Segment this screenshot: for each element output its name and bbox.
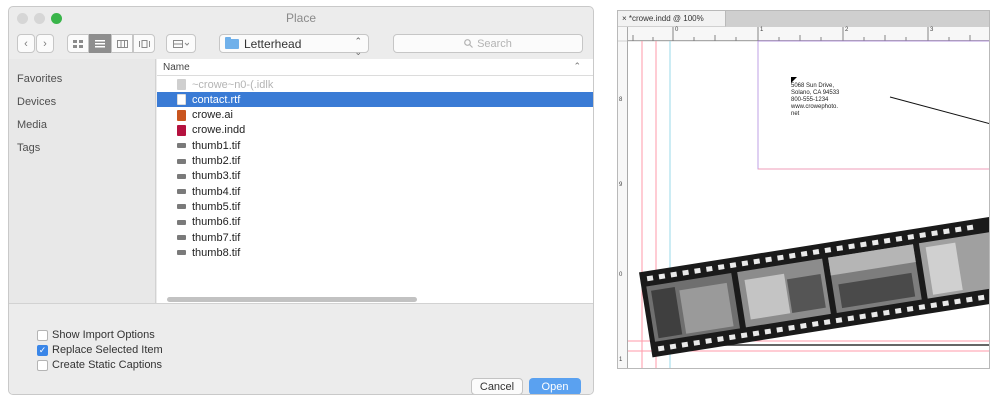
name-column-header[interactable]: Name ⌃ xyxy=(157,59,593,76)
updown-arrows-icon: ⌃ ⌄ xyxy=(354,36,362,57)
file-name: thumb1.tif xyxy=(192,139,241,152)
replace-selected-item-checkbox[interactable]: ✓ Replace Selected Item xyxy=(37,344,163,356)
option-label: Create Static Captions xyxy=(52,359,163,371)
rtf-file-icon xyxy=(177,94,186,106)
file-row[interactable]: thumb1.tif xyxy=(157,138,593,153)
search-icon xyxy=(464,39,473,48)
cancel-button[interactable]: Cancel xyxy=(471,378,523,394)
sidebar-item-tags[interactable]: Tags xyxy=(17,142,40,154)
file-name: thumb7.tif xyxy=(192,231,241,244)
option-label: Replace Selected Item xyxy=(52,344,163,356)
file-row[interactable]: thumb4.tif xyxy=(157,184,593,199)
tif-file-icon xyxy=(177,158,186,164)
coverflow-view-button[interactable] xyxy=(133,34,155,53)
file-row[interactable]: crowe.ai xyxy=(157,108,593,123)
option-label: Show Import Options xyxy=(52,329,155,341)
sidebar: Favorites Devices Media Tags xyxy=(9,59,156,303)
file-name: crowe.indd xyxy=(192,124,246,137)
file-name: thumb3.tif xyxy=(192,170,241,183)
address-text-frame[interactable]: 5068 Sun Drive, Solano, CA 94533 800-555… xyxy=(791,83,839,118)
search-field[interactable]: Search xyxy=(393,34,583,53)
icon-view-button[interactable] xyxy=(67,34,89,53)
file-name: thumb4.tif xyxy=(192,185,241,198)
chevron-left-icon: ‹ xyxy=(24,37,28,50)
search-placeholder: Search xyxy=(477,37,512,50)
location-label: Letterhead xyxy=(244,36,302,51)
sidebar-item-favorites[interactable]: Favorites xyxy=(17,73,62,85)
file-name: thumb5.tif xyxy=(192,200,241,213)
grid-icon xyxy=(73,39,83,48)
list-view-button[interactable] xyxy=(89,34,111,53)
show-import-options-checkbox[interactable]: Show Import Options xyxy=(37,329,155,341)
location-popup[interactable]: Letterhead ⌃ ⌄ xyxy=(219,34,369,57)
forward-button[interactable]: › xyxy=(36,34,54,53)
column-view-button[interactable] xyxy=(111,34,133,53)
tif-file-icon xyxy=(177,143,186,149)
sidebar-item-devices[interactable]: Devices xyxy=(17,96,56,108)
page-canvas xyxy=(618,40,989,368)
coverflow-icon xyxy=(138,39,150,48)
tif-file-icon xyxy=(177,250,186,256)
title-bar: Place xyxy=(9,7,593,29)
tif-file-icon xyxy=(177,219,186,225)
leader-line xyxy=(889,96,989,124)
file-name: thumb8.tif xyxy=(192,246,241,259)
file-row[interactable]: contact.rtf xyxy=(157,92,593,108)
column-header-label: Name xyxy=(163,62,190,73)
file-name: crowe.ai xyxy=(192,109,233,122)
chevron-right-icon: › xyxy=(43,37,47,50)
arrange-icon xyxy=(173,39,189,48)
checkbox-box xyxy=(37,329,48,341)
place-dialog: Place ‹ › Letterhead ⌃ ⌄ Search Favorite… xyxy=(8,6,594,395)
open-button[interactable]: Open xyxy=(529,378,581,394)
file-row[interactable]: thumb5.tif xyxy=(157,199,593,214)
file-row[interactable]: thumb2.tif xyxy=(157,154,593,169)
file-name: contact.rtf xyxy=(192,93,241,106)
file-name: ~crowe~n0-(.idlk xyxy=(192,78,274,91)
checkbox-box xyxy=(37,359,48,371)
sidebar-item-media[interactable]: Media xyxy=(17,119,47,131)
tif-file-icon xyxy=(177,173,186,179)
file-name: thumb2.tif xyxy=(192,155,241,167)
folder-icon xyxy=(225,36,239,49)
file-name: thumb6.tif xyxy=(192,216,241,229)
tif-file-icon xyxy=(177,235,186,240)
list-icon xyxy=(95,39,105,47)
file-row[interactable]: thumb8.tif xyxy=(157,245,593,260)
file-row[interactable]: thumb3.tif xyxy=(157,169,593,184)
toolbar: ‹ › Letterhead ⌃ ⌄ Search xyxy=(9,29,593,59)
tif-file-icon xyxy=(177,189,186,195)
illustrator-file-icon xyxy=(177,109,186,121)
lock-file-icon xyxy=(177,79,186,90)
file-row[interactable]: thumb6.tif xyxy=(157,215,593,230)
columns-icon xyxy=(116,39,128,48)
indesign-file-icon xyxy=(177,124,186,136)
file-list: Name ⌃ ~crowe~n0-(.idlk contact.rtf crowe.… xyxy=(157,59,593,303)
film-strip-image xyxy=(639,214,989,358)
create-static-captions-checkbox[interactable]: Create Static Captions xyxy=(37,359,162,371)
document-window: × *crowe.indd @ 100% 0 1 2 3 8 9 0 1 506… xyxy=(617,10,990,369)
file-row[interactable]: ~crowe~n0-(.idlk xyxy=(157,77,593,92)
back-button[interactable]: ‹ xyxy=(17,34,35,53)
file-row[interactable]: crowe.indd xyxy=(157,123,593,138)
tif-file-icon xyxy=(177,204,186,210)
file-row[interactable]: thumb7.tif xyxy=(157,230,593,245)
arrange-menu-button[interactable] xyxy=(166,34,196,53)
dialog-title: Place xyxy=(285,11,317,25)
sort-chevron-icon: ⌃ xyxy=(573,61,581,71)
horizontal-scrollbar[interactable] xyxy=(167,297,417,302)
checkmark-icon: ✓ xyxy=(37,344,48,356)
